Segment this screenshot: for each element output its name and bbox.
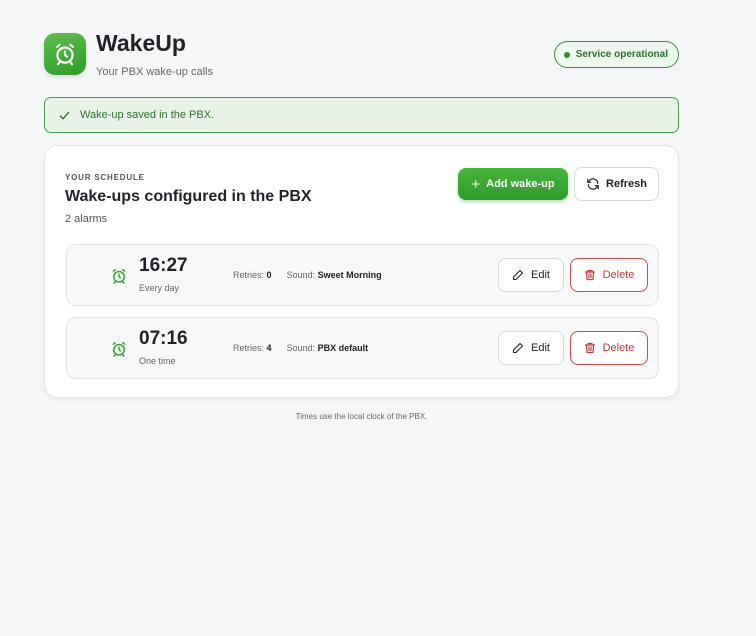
alarm-time: 16:27 [139,255,188,276]
alarm-meta: Retries: 4 Sound: PBX default [233,343,368,353]
card-eyebrow: YOUR SCHEDULE [65,173,145,182]
refresh-button[interactable]: Refresh [574,167,659,201]
status-label: Service operational [575,49,668,60]
delete-button[interactable]: Delete [570,258,648,292]
alarm-time: 07:16 [139,328,188,349]
app-title: WakeUp [96,30,186,56]
retries-value: 0 [266,270,272,280]
delete-label: Delete [602,342,635,354]
pencil-icon [512,342,524,354]
schedule-card: YOUR SCHEDULE Wake-ups configured in the… [44,145,679,398]
alarm-row: 07:16 One time Retries: 4 Sound: PBX def… [66,317,659,379]
add-wakeup-button[interactable]: + Add wake-up [458,168,568,200]
edit-label: Edit [531,342,550,354]
refresh-icon [587,178,599,190]
sound-label: Sound: [286,270,316,280]
footer-note: Times use the local clock of the PBX. [295,412,428,421]
delete-button[interactable]: Delete [570,331,648,365]
success-alert: Wake-up saved in the PBX. [44,97,679,133]
trash-icon [584,269,595,281]
alert-message: Wake-up saved in the PBX. [80,109,215,121]
sound-value: Sweet Morning [317,270,382,280]
retries-label: Retries: [233,343,265,353]
page: WakeUp Your PBX wake-up calls Service op… [44,0,679,421]
add-wakeup-label: Add wake-up [486,178,555,190]
alarm-row: 16:27 Every day Retries: 0 Sound: Sweet … [66,244,659,306]
delete-label: Delete [602,269,635,281]
retries-value: 4 [266,343,272,353]
sound-value: PBX default [317,343,369,353]
retries-label: Retries: [233,270,265,280]
app-header: WakeUp Your PBX wake-up calls Service op… [44,0,679,92]
app-subtitle: Your PBX wake-up calls [96,66,213,78]
alarm-recurrence: One time [139,356,176,366]
edit-label: Edit [531,269,550,281]
refresh-label: Refresh [606,178,647,190]
plus-icon: + [471,175,481,193]
trash-icon [584,342,595,354]
alarm-recurrence: Every day [139,283,180,293]
app-logo [44,33,86,75]
alarm-clock-icon [112,268,126,284]
alarm-count: 2 alarms [65,213,108,225]
status-badge: Service operational [553,41,679,68]
check-icon [59,111,70,119]
card-title: Wake-ups configured in the PBX [65,188,312,205]
alarm-clock-icon [55,43,75,66]
sound-label: Sound: [286,343,316,353]
status-dot-icon [563,51,570,58]
pencil-icon [512,269,524,281]
alarm-clock-icon [112,341,126,357]
edit-button[interactable]: Edit [498,331,564,365]
alarm-meta: Retries: 0 Sound: Sweet Morning [233,270,382,280]
edit-button[interactable]: Edit [498,258,564,292]
